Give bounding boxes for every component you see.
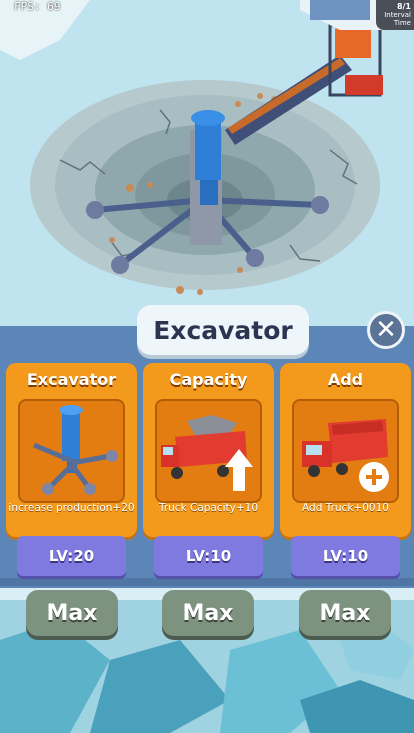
- card-description: increase production+20: [8, 502, 135, 514]
- add-truck-max-button[interactable]: Max: [299, 590, 391, 636]
- close-button[interactable]: ✕: [367, 311, 405, 349]
- hud-sublabel: Interval Time: [384, 11, 411, 27]
- capacity-level-badge: LV:10: [154, 536, 263, 576]
- upgrade-panel-shadow: [0, 578, 414, 586]
- card-description: Add Truck+0010: [302, 502, 389, 514]
- card-header: Capacity: [169, 369, 248, 389]
- capacity-upgrade-card[interactable]: Capacity Truck Capacity+10: [143, 363, 274, 537]
- panel-title: Excavator: [137, 305, 309, 355]
- excavator-level-badge: LV:20: [17, 536, 126, 576]
- card-header: Excavator: [26, 369, 117, 389]
- card-description: Truck Capacity+10: [158, 502, 259, 514]
- fps-counter: FPS: 69: [14, 0, 61, 13]
- excavator-upgrade-card[interactable]: Excavator increase production+20: [6, 363, 137, 537]
- truck-capacity-icon: [155, 399, 262, 503]
- excavator-max-button[interactable]: Max: [26, 590, 118, 636]
- capacity-max-button[interactable]: Max: [162, 590, 254, 636]
- add-truck-card[interactable]: Add Add Truck+0010: [280, 363, 411, 537]
- excavator-icon: [18, 399, 125, 503]
- add-truck-level-badge: LV:10: [291, 536, 400, 576]
- hud-counter: 8/1: [396, 2, 411, 11]
- close-icon: ✕: [375, 315, 397, 345]
- interval-hud: 8/1 Interval Time: [376, 0, 414, 30]
- add-truck-icon: [292, 399, 399, 503]
- card-header: Add: [327, 369, 364, 389]
